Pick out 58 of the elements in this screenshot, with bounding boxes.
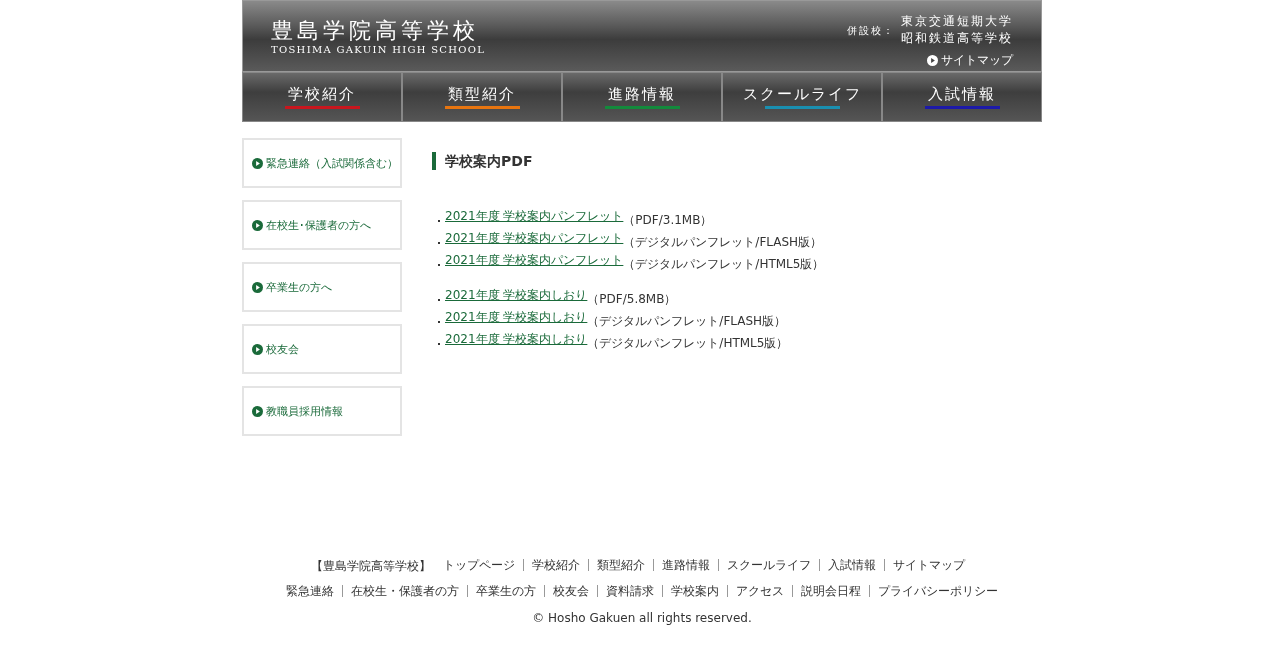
footer-link[interactable]: 校友会	[544, 585, 597, 597]
footer-link[interactable]: アクセス	[727, 585, 792, 597]
play-icon	[252, 343, 263, 355]
sidebar-label: 校友会	[266, 341, 299, 357]
sidebar-button[interactable]: 校友会	[242, 324, 402, 374]
footer-link[interactable]: 進路情報	[653, 559, 718, 571]
nav-tab[interactable]: 類型紹介	[402, 72, 562, 122]
sidebar-label: 卒業生の方へ	[266, 279, 332, 295]
file-note: （PDF/3.1MB）	[623, 212, 713, 229]
file-note: （デジタルパンフレット/HTML5版）	[623, 256, 825, 273]
affiliate-school: 東京交通短期大学	[901, 13, 1013, 30]
download-link[interactable]: 2021年度 学校案内パンフレット	[445, 252, 624, 269]
play-icon	[252, 157, 263, 169]
affiliate-school: 昭和鉄道高等学校	[901, 30, 1013, 47]
nav-tab[interactable]: 進路情報	[562, 72, 722, 122]
sidebar-button[interactable]: 教職員採用情報	[242, 386, 402, 436]
nav-tab[interactable]: 学校紹介	[242, 72, 402, 122]
sidebar-button[interactable]: 在校生･保護者の方へ	[242, 200, 402, 250]
file-note: （PDF/5.8MB）	[587, 291, 677, 308]
footer-link[interactable]: 緊急連絡	[278, 585, 342, 597]
play-icon	[252, 281, 263, 293]
section-title: 学校案内PDF	[432, 152, 1042, 170]
copyright-text: © Hosho Gakuen all rights reserved.	[532, 611, 752, 625]
download-link[interactable]: 2021年度 学校案内しおり	[445, 287, 588, 304]
sidebar-button[interactable]: 卒業生の方へ	[242, 262, 402, 312]
nav-tab[interactable]: 入試情報	[882, 72, 1042, 122]
footer-link[interactable]: 在校生・保護者の方	[342, 585, 467, 597]
sidebar-label: 在校生･保護者の方へ	[266, 217, 371, 233]
file-note: （デジタルパンフレット/FLASH版）	[623, 234, 823, 251]
footer-link[interactable]: 類型紹介	[588, 559, 653, 571]
download-link[interactable]: 2021年度 学校案内パンフレット	[445, 208, 624, 225]
sidebar-label: 教職員採用情報	[266, 403, 343, 419]
school-name-english: TOSHIMA GAKUIN HIGH SCHOOL	[271, 44, 486, 55]
download-link[interactable]: 2021年度 学校案内しおり	[445, 331, 588, 348]
download-link[interactable]: 2021年度 学校案内パンフレット	[445, 230, 624, 247]
sidebar-label: 緊急連絡（入試関係含む）	[266, 155, 398, 171]
file-note: （デジタルパンフレット/FLASH版）	[587, 313, 787, 330]
file-note: （デジタルパンフレット/HTML5版）	[587, 335, 789, 352]
footer-link[interactable]: 入試情報	[819, 559, 884, 571]
play-icon	[252, 405, 263, 417]
footer-link[interactable]: トップページ	[435, 559, 523, 571]
school-name: 豊島学院高等学校	[271, 18, 480, 44]
footer-site-label: 【豊島学院高等学校】	[311, 558, 431, 575]
sitemap-link[interactable]: サイトマップ	[941, 52, 1013, 69]
sidebar-button[interactable]: 緊急連絡（入試関係含む）	[242, 138, 402, 188]
footer-link[interactable]: 学校案内	[662, 585, 727, 597]
footer-link[interactable]: 説明会日程	[792, 585, 869, 597]
footer-link[interactable]: 資料請求	[597, 585, 662, 597]
affiliates-label: 併設校：	[847, 24, 895, 38]
footer-link[interactable]: プライバシーポリシー	[869, 585, 1006, 597]
download-link[interactable]: 2021年度 学校案内しおり	[445, 309, 588, 326]
footer-link[interactable]: 学校紹介	[523, 559, 588, 571]
nav-tab[interactable]: スクールライフ	[722, 72, 882, 122]
play-icon	[927, 55, 938, 66]
footer-link[interactable]: 卒業生の方	[467, 585, 544, 597]
footer-link[interactable]: スクールライフ	[718, 559, 819, 571]
play-icon	[252, 219, 263, 231]
footer-link[interactable]: サイトマップ	[884, 559, 973, 571]
